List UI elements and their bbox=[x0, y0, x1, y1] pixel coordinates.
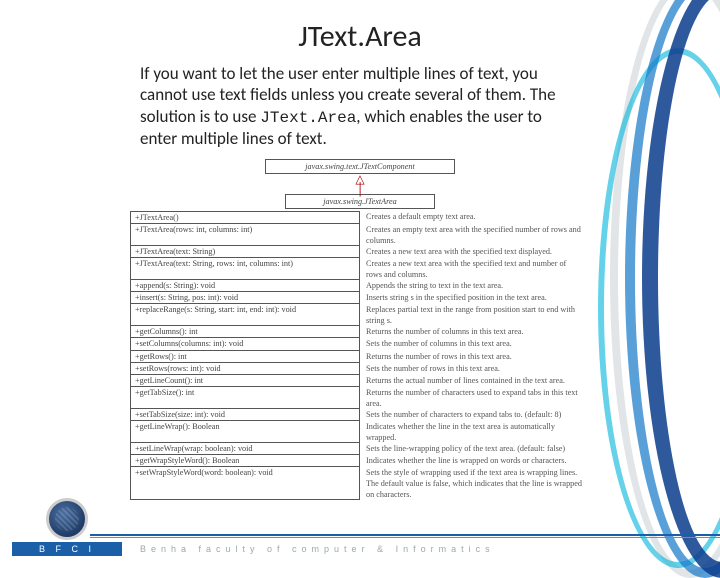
uml-signature: +JTextArea(text: String, rows: int, colu… bbox=[130, 258, 360, 280]
uml-description: Sets the number of characters to expand … bbox=[360, 409, 590, 421]
slide: JText.Area If you want to let the user e… bbox=[0, 18, 720, 558]
uml-signature: +getLineCount(): int bbox=[130, 375, 360, 387]
uml-description: Sets the number of columns in this text … bbox=[360, 338, 590, 350]
uml-signature: +getRows(): int bbox=[130, 351, 360, 363]
uml-row: +replaceRange(s: String, start: int, end… bbox=[130, 304, 590, 326]
uml-description: Indicates whether the line in the text a… bbox=[360, 421, 590, 443]
uml-row: +insert(s: String, pos: int): voidInsert… bbox=[130, 292, 590, 304]
uml-diagram: javax.swing.text.JTextComponent △│ javax… bbox=[130, 159, 590, 501]
uml-row: +getTabSize(): intReturns the number of … bbox=[130, 387, 590, 409]
uml-signature: +JTextArea() bbox=[130, 211, 360, 224]
footer: B F C I Benha faculty of computer & Info… bbox=[0, 514, 720, 558]
uml-signature: +getTabSize(): int bbox=[130, 387, 360, 409]
uml-description: Sets the number of rows in this text are… bbox=[360, 363, 590, 375]
uml-signature: +setRows(rows: int): void bbox=[130, 363, 360, 375]
class-box: javax.swing.JTextArea bbox=[285, 194, 435, 209]
uml-signature: +setTabSize(size: int): void bbox=[130, 409, 360, 421]
uml-description: Creates a new text area with the specifi… bbox=[360, 258, 590, 280]
uml-row: +JTextArea(rows: int, columns: int)Creat… bbox=[130, 224, 590, 246]
footer-text: Benha faculty of computer & Informatics bbox=[140, 544, 495, 554]
uml-row: +getLineWrap(): BooleanIndicates whether… bbox=[130, 421, 590, 443]
uml-row: +getRows(): intReturns the number of row… bbox=[130, 351, 590, 363]
uml-signature: +replaceRange(s: String, start: int, end… bbox=[130, 304, 360, 326]
uml-signature: +JTextArea(rows: int, columns: int) bbox=[130, 224, 360, 246]
uml-description: Indicates whether the line is wrapped on… bbox=[360, 455, 590, 467]
uml-signature: +JTextArea(text: String) bbox=[130, 246, 360, 258]
globe-icon bbox=[46, 498, 88, 540]
uml-row: +setColumns(columns: int): voidSets the … bbox=[130, 338, 590, 350]
uml-signature: +getWrapStyleWord(): Boolean bbox=[130, 455, 360, 467]
uml-row: +getLineCount(): intReturns the actual n… bbox=[130, 375, 590, 387]
uml-signature: +setColumns(columns: int): void bbox=[130, 338, 360, 350]
uml-table: +JTextArea()Creates a default empty text… bbox=[130, 211, 590, 501]
uml-row: +setTabSize(size: int): voidSets the num… bbox=[130, 409, 590, 421]
slide-title: JText.Area bbox=[0, 18, 720, 55]
uml-description: Appends the string to text in the text a… bbox=[360, 280, 590, 292]
uml-row: +append(s: String): voidAppends the stri… bbox=[130, 280, 590, 292]
uml-description: Sets the line-wrapping policy of the tex… bbox=[360, 443, 590, 455]
uml-row: +getWrapStyleWord(): BooleanIndicates wh… bbox=[130, 455, 590, 467]
uml-row: +JTextArea(text: String)Creates a new te… bbox=[130, 246, 590, 258]
uml-description: Returns the number of columns in this te… bbox=[360, 326, 590, 338]
uml-signature: +append(s: String): void bbox=[130, 280, 360, 292]
uml-row: +getColumns(): intReturns the number of … bbox=[130, 326, 590, 338]
uml-description: Creates a new text area with the specifi… bbox=[360, 246, 590, 258]
side-decoration bbox=[635, 8, 720, 568]
uml-signature: +setWrapStyleWord(word: boolean): void bbox=[130, 467, 360, 500]
footer-logo: B F C I bbox=[12, 498, 122, 556]
uml-signature: +setLineWrap(wrap: boolean): void bbox=[130, 443, 360, 455]
uml-signature: +getColumns(): int bbox=[130, 326, 360, 338]
uml-description: Returns the number of characters used to… bbox=[360, 387, 590, 409]
uml-description: Inserts string s in the specified positi… bbox=[360, 292, 590, 304]
uml-row: +setRows(rows: int): voidSets the number… bbox=[130, 363, 590, 375]
uml-description: Creates a default empty text area. bbox=[360, 211, 590, 224]
uml-description: Returns the actual number of lines conta… bbox=[360, 375, 590, 387]
uml-row: +JTextArea(text: String, rows: int, colu… bbox=[130, 258, 590, 280]
uml-row: +JTextArea()Creates a default empty text… bbox=[130, 211, 590, 224]
uml-row: +setLineWrap(wrap: boolean): voidSets th… bbox=[130, 443, 590, 455]
uml-row: +setWrapStyleWord(word: boolean): voidSe… bbox=[130, 467, 590, 500]
uml-description: Sets the style of wrapping used if the t… bbox=[360, 467, 590, 500]
footer-org: B F C I bbox=[12, 542, 122, 556]
uml-description: Returns the number of rows in this text … bbox=[360, 351, 590, 363]
uml-signature: +getLineWrap(): Boolean bbox=[130, 421, 360, 443]
inheritance-arrow-icon: △│ bbox=[130, 174, 590, 194]
uml-description: Creates an empty text area with the spec… bbox=[360, 224, 590, 246]
desc-code: JText.Area bbox=[260, 109, 356, 127]
uml-description: Replaces partial text in the range from … bbox=[360, 304, 590, 326]
uml-signature: +insert(s: String, pos: int): void bbox=[130, 292, 360, 304]
slide-description: If you want to let the user enter multip… bbox=[140, 63, 580, 149]
